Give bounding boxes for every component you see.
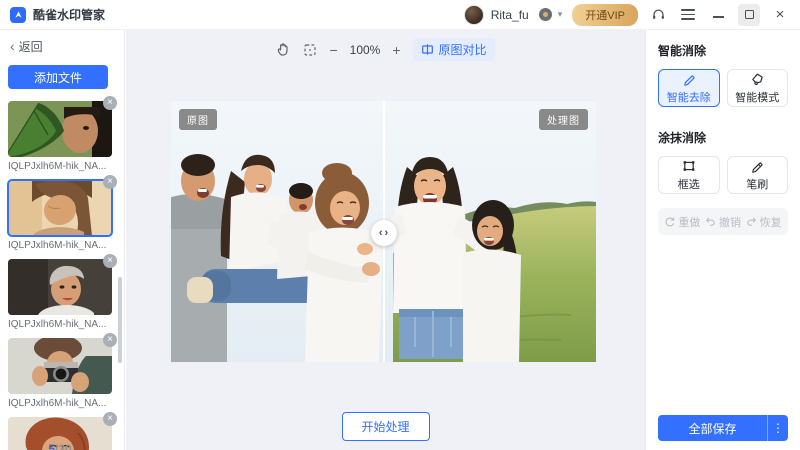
app-title: 酷雀水印管家 [33, 8, 106, 22]
compare-slider-handle[interactable]: ‹ › [370, 220, 397, 246]
titlebar: 酷雀水印管家 Rita_fu ▾ 开通VIP × [0, 0, 800, 30]
pen-icon [683, 75, 695, 86]
menu-icon[interactable] [678, 5, 698, 25]
back-chevron-icon: ‹ [10, 38, 15, 54]
brush-icon [752, 162, 763, 173]
open-vip-button[interactable]: 开通VIP [572, 3, 638, 26]
app-logo-icon [10, 6, 26, 23]
fit-to-screen-icon[interactable] [303, 43, 317, 57]
processed-badge: 处理图 [539, 109, 588, 130]
lasso-icon [752, 73, 764, 85]
undo-button[interactable]: 撤销 [705, 214, 741, 230]
photo-preview[interactable]: 原图 处理图 ‹ › [171, 101, 596, 362]
editor-canvas: − 100% + 原图对比 原图 处理图 ‹ › 开始处理 [126, 30, 645, 450]
file-name: IQLPJxlh6M-hik_NA... [8, 398, 107, 409]
list-item: × IQLPJxlh6M-hik_NA... [8, 254, 117, 330]
smart-mode-button[interactable]: 智能模式 [726, 69, 788, 107]
file-name: IQLPJxlh6M-hik_NA... [8, 319, 107, 330]
add-file-button[interactable]: 添加文件 [8, 65, 108, 89]
remove-file-icon[interactable]: × [103, 333, 117, 347]
remove-file-icon[interactable]: × [103, 175, 117, 189]
restore-arrow-icon [746, 217, 756, 226]
file-name: IQLPJxlh6M-hik_NA... [8, 240, 107, 251]
box-select-icon [683, 160, 695, 171]
save-all-label: 全部保存 [688, 421, 737, 436]
handle-left-chevron-icon: ‹ [378, 227, 383, 239]
save-options-kebab-icon[interactable]: ⋮ [767, 415, 788, 441]
thumbnail-image[interactable] [8, 338, 112, 394]
list-item: 5/30 × [8, 412, 117, 450]
box-select-button[interactable]: 框选 [658, 156, 720, 194]
undo-arrow-icon [706, 217, 715, 226]
brush-label: 笔刷 [746, 178, 769, 191]
compare-label: 原图对比 [438, 43, 487, 57]
tools-panel: 智能消除 智能去除 智能模式 涂抹消除 框选 笔刷 重做 撤销 恢复 全部保存 … [645, 30, 800, 450]
remove-file-icon[interactable]: × [103, 254, 117, 268]
file-name: IQLPJxlh6M-hik_NA... [8, 161, 107, 172]
save-all-button[interactable]: 全部保存 ⋮ [658, 415, 788, 441]
file-sidebar: ‹ 返回 添加文件 × IQLPJxlh6M-hik_NA... × IQLPJ… [0, 30, 125, 450]
smart-removal-heading: 智能消除 [658, 44, 707, 58]
list-item: × IQLPJxlh6M-hik_NA... [8, 96, 117, 172]
list-item: × IQLPJxlh6M-hik_NA... [7, 175, 117, 251]
minimize-button[interactable] [708, 5, 728, 25]
thumbnail-image[interactable] [8, 259, 112, 315]
zoom-in-button[interactable]: + [392, 42, 400, 58]
file-list: × IQLPJxlh6M-hik_NA... × IQLPJxlh6M-hik_… [7, 96, 124, 450]
thumbnail-image-selected[interactable] [7, 179, 113, 237]
back-button[interactable]: ‹ 返回 [10, 38, 124, 54]
redo-button[interactable]: 重做 [664, 214, 700, 230]
zoom-level: 100% [349, 42, 381, 57]
thumbnail-image[interactable] [8, 101, 112, 157]
list-item: × IQLPJxlh6M-hik_NA... [8, 333, 117, 409]
brush-button[interactable]: 笔刷 [726, 156, 788, 194]
smear-removal-heading: 涂抹消除 [658, 131, 707, 145]
username[interactable]: Rita_fu [491, 8, 529, 22]
thumbnail-image[interactable]: 5/30 [8, 417, 112, 450]
user-avatar[interactable] [463, 4, 484, 25]
handle-right-chevron-icon: › [384, 227, 389, 239]
start-processing-button[interactable]: 开始处理 [341, 412, 430, 441]
watermark-count-overlay: 5/30 [48, 442, 72, 450]
close-button[interactable]: × [770, 5, 790, 25]
app-window: 酷雀水印管家 Rita_fu ▾ 开通VIP × ‹ 返回 添加文件 × IQL… [0, 0, 800, 450]
back-label: 返回 [18, 39, 43, 54]
member-badge-icon[interactable] [538, 8, 552, 21]
zoom-out-button[interactable]: − [329, 42, 337, 58]
history-action-bar: 重做 撤销 恢复 [658, 208, 788, 235]
smart-remove-button[interactable]: 智能去除 [658, 69, 720, 107]
pan-hand-icon[interactable] [276, 42, 291, 57]
chevron-down-icon[interactable]: ▾ [558, 9, 563, 20]
sidebar-scrollbar[interactable] [118, 277, 122, 363]
maximize-button[interactable] [738, 3, 760, 26]
box-select-label: 框选 [677, 178, 700, 191]
smart-mode-label: 智能模式 [735, 91, 780, 104]
canvas-toolbar: − 100% + 原图对比 [126, 38, 645, 61]
original-badge: 原图 [179, 109, 217, 130]
smart-remove-label: 智能去除 [666, 91, 711, 104]
remove-file-icon[interactable]: × [103, 412, 117, 426]
redo-circle-icon [665, 217, 675, 227]
remove-file-icon[interactable]: × [103, 96, 117, 110]
restore-button[interactable]: 恢复 [746, 214, 782, 230]
support-headset-icon[interactable] [648, 5, 668, 25]
compare-original-button[interactable]: 原图对比 [412, 38, 495, 61]
